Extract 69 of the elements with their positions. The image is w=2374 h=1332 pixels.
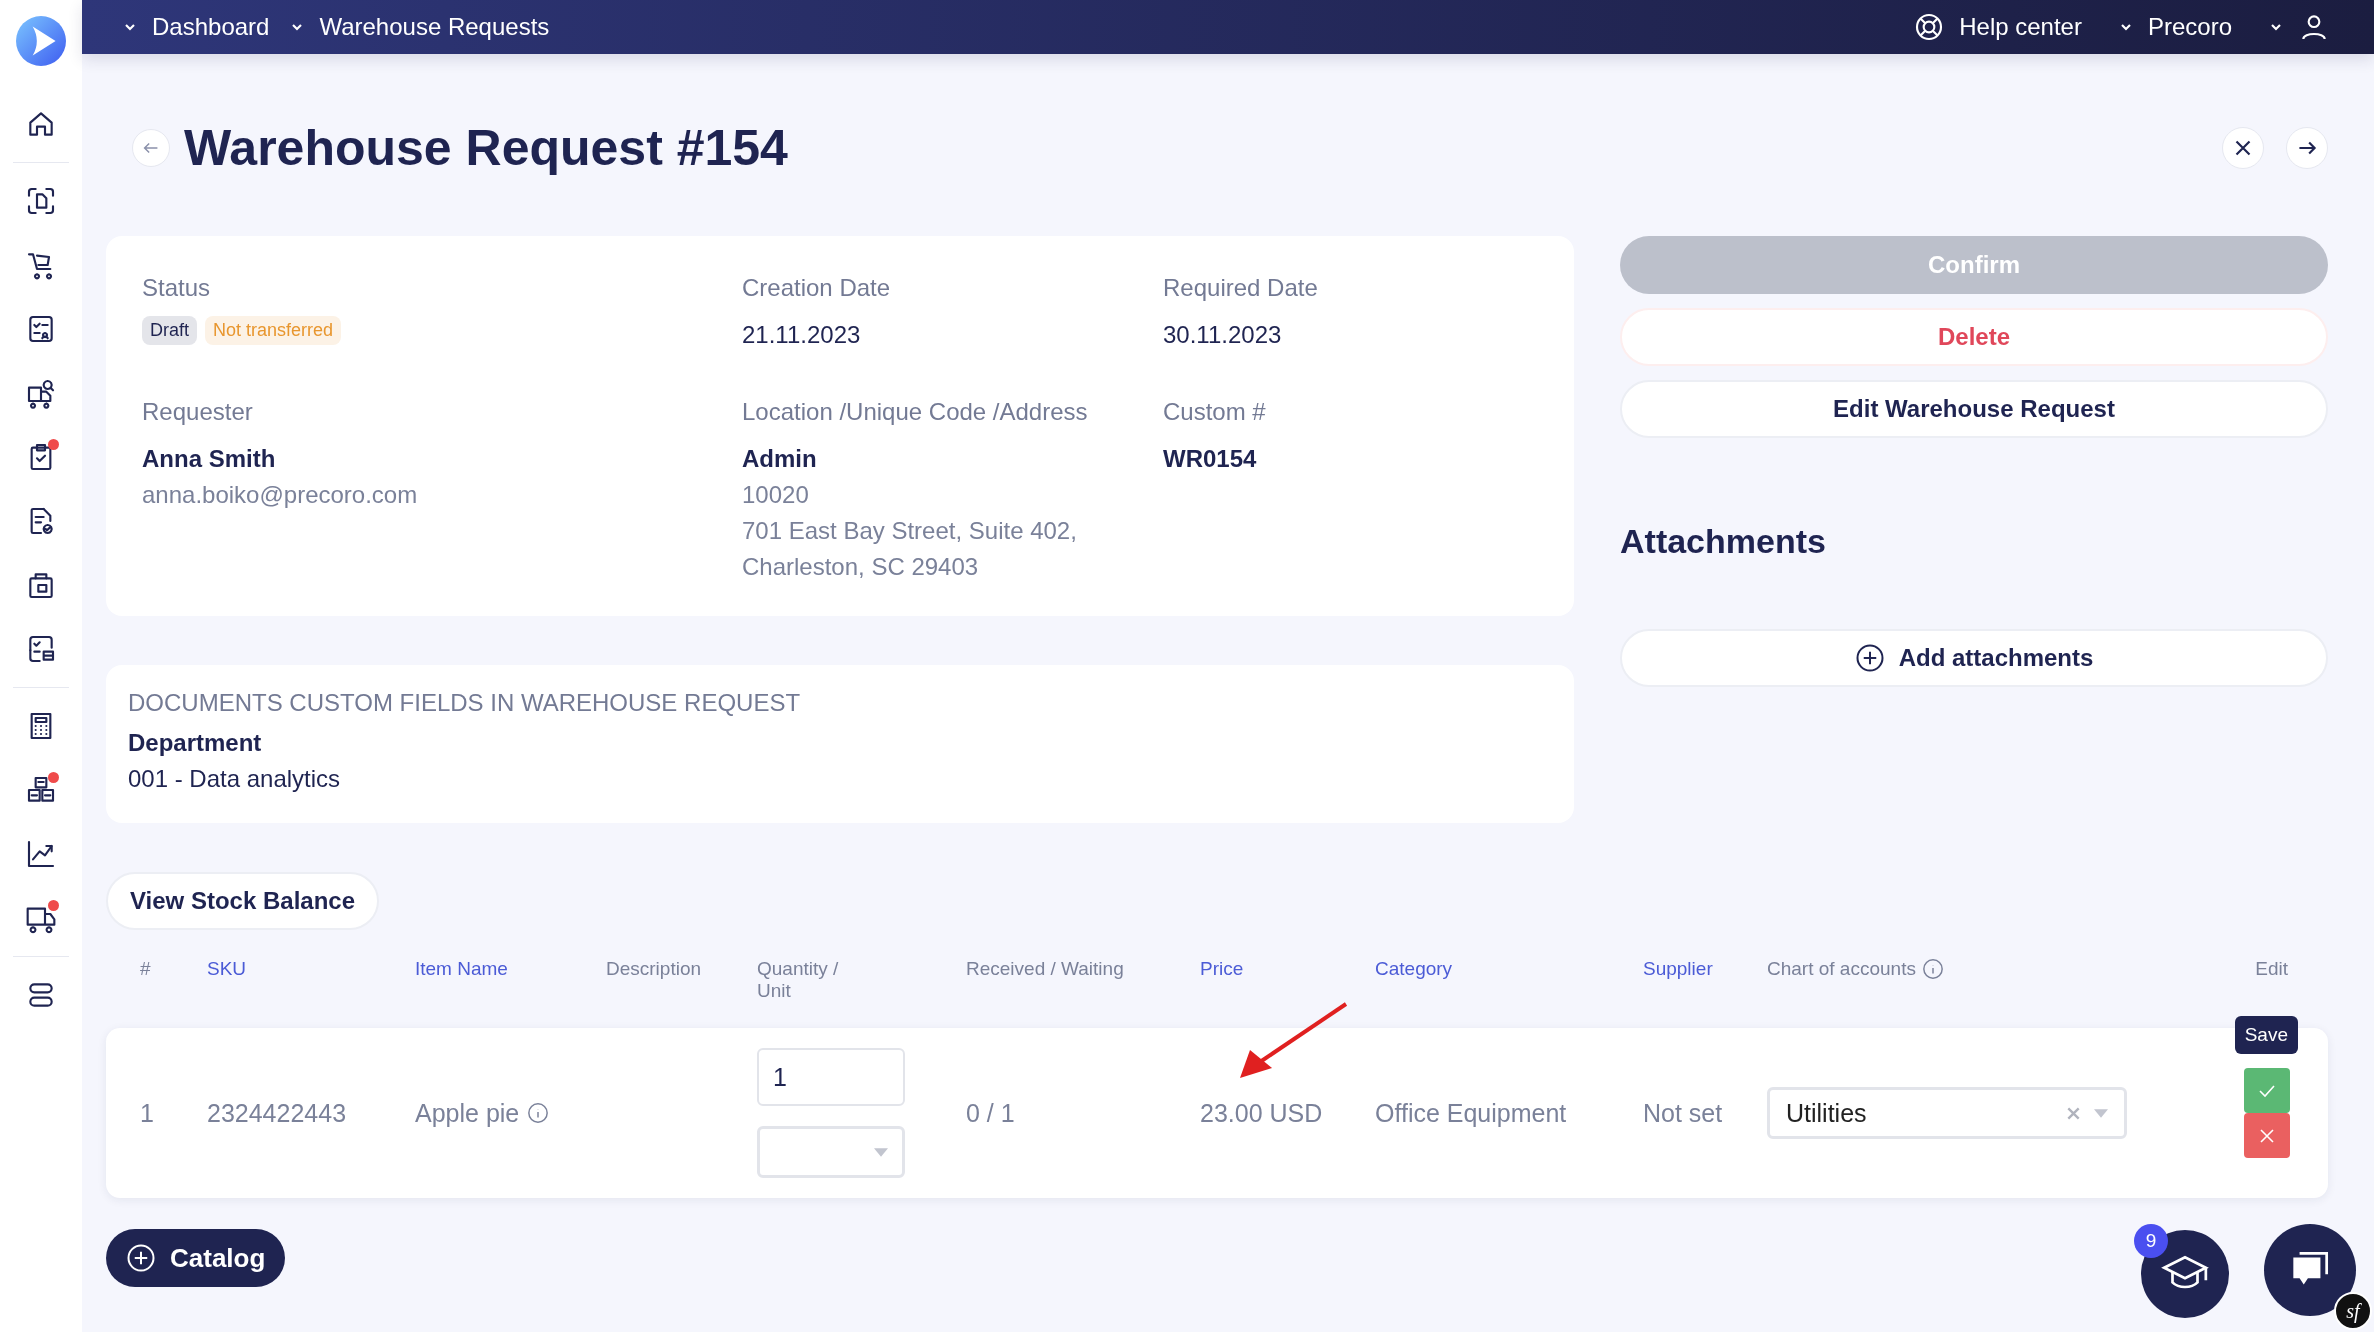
table-cell: Apple pie [415, 1098, 520, 1128]
close-button[interactable] [2222, 127, 2264, 169]
field-value: Admin [742, 444, 817, 474]
column-header: Description [606, 958, 702, 980]
page-title: Warehouse Request #154 [184, 119, 788, 177]
column-header: # [140, 958, 151, 980]
tooltip: Save [2234, 1016, 2298, 1054]
table-cell: 23.00 USD [1200, 1098, 1323, 1128]
dropdown-caret-icon [874, 1147, 888, 1157]
field-detail: Charleston, SC 29403 [742, 552, 979, 582]
add-attachments-button[interactable]: Add attachments [1620, 629, 2328, 687]
delete-button[interactable]: Delete [1620, 308, 2328, 366]
breadcrumb-link[interactable]: Dashboard [122, 13, 270, 41]
notification-badge: 9 [2134, 1224, 2168, 1258]
column-header: Chart of accounts [1767, 958, 1916, 980]
field-label: Required Date [1163, 274, 1318, 302]
table-cell: 1 [140, 1098, 154, 1128]
info-icon[interactable] [1921, 958, 1944, 980]
field-value: Anna Smith [142, 444, 276, 474]
notification-dot [48, 439, 59, 450]
field-label: Creation Date [742, 274, 891, 302]
column-header: Received / Waiting [966, 958, 1124, 980]
next-button[interactable] [2286, 127, 2328, 169]
edit-button[interactable]: Edit Warehouse Request [1620, 380, 2328, 438]
column-header[interactable]: Supplier [1643, 958, 1713, 980]
dropdown-caret-icon [2094, 1108, 2108, 1118]
nav-icon [25, 838, 57, 870]
field-label: Department [128, 729, 262, 757]
column-header[interactable]: Price [1200, 958, 1244, 980]
plus-circle-icon [126, 1243, 156, 1273]
column-header[interactable]: Category [1375, 958, 1453, 980]
field-label: Custom # [1163, 398, 1266, 426]
logo-icon[interactable] [16, 16, 66, 66]
table-cell: Not set [1643, 1098, 1723, 1128]
field-detail: 10020 [742, 480, 809, 510]
help-center-link[interactable]: Help center [1913, 11, 2082, 43]
info-icon[interactable] [527, 1102, 550, 1124]
company-dropdown[interactable]: Precoro [2117, 13, 2232, 41]
column-header[interactable]: Item Name [415, 958, 508, 980]
field-detail: anna.boiko@precoro.com [142, 480, 418, 510]
field-label: Location /Unique Code /Address [742, 398, 1088, 426]
field-value: 21.11.2023 [742, 320, 861, 350]
column-header[interactable]: SKU [207, 958, 247, 980]
catalog-button[interactable]: Catalog [106, 1229, 286, 1287]
column-header: Quantity / Unit [757, 958, 840, 1002]
column-header: Edit [2255, 958, 2288, 980]
section-heading: DOCUMENTS CUSTOM FIELDS IN WAREHOUSE REQUEST [128, 689, 801, 717]
field-label: Status [142, 274, 211, 302]
plus-circle-icon [1854, 643, 1885, 673]
status-badge: Draft [142, 316, 197, 345]
field-value: WR0154 [1163, 444, 1257, 474]
nav-icon [25, 377, 57, 409]
debug-toolbar-logo[interactable]: sf [2334, 1292, 2372, 1330]
table-cell: 2324422443 [207, 1098, 347, 1128]
section-heading: Attachments [1620, 522, 1827, 561]
quantity-field[interactable]: 1 [757, 1048, 905, 1106]
status-badge: Not transferred [205, 316, 342, 345]
table-cell: 0 / 1 [966, 1098, 1015, 1128]
breadcrumb-link[interactable]: Warehouse Requests [289, 13, 550, 41]
nav-icon [25, 185, 57, 217]
notification-dot [48, 900, 59, 911]
account-select[interactable]: Utilities [1767, 1087, 2127, 1139]
view-stock-balance-button[interactable]: View Stock Balance [106, 872, 379, 930]
field-detail: 701 East Bay Street, Suite 402, [742, 516, 1077, 546]
field-value: 001 - Data analytics [128, 765, 341, 793]
field-label: Requester [142, 398, 253, 426]
field-value: 30.11.2023 [1163, 320, 1282, 350]
notification-dot [48, 772, 59, 783]
table-cell: Office Equipment [1375, 1098, 1567, 1128]
